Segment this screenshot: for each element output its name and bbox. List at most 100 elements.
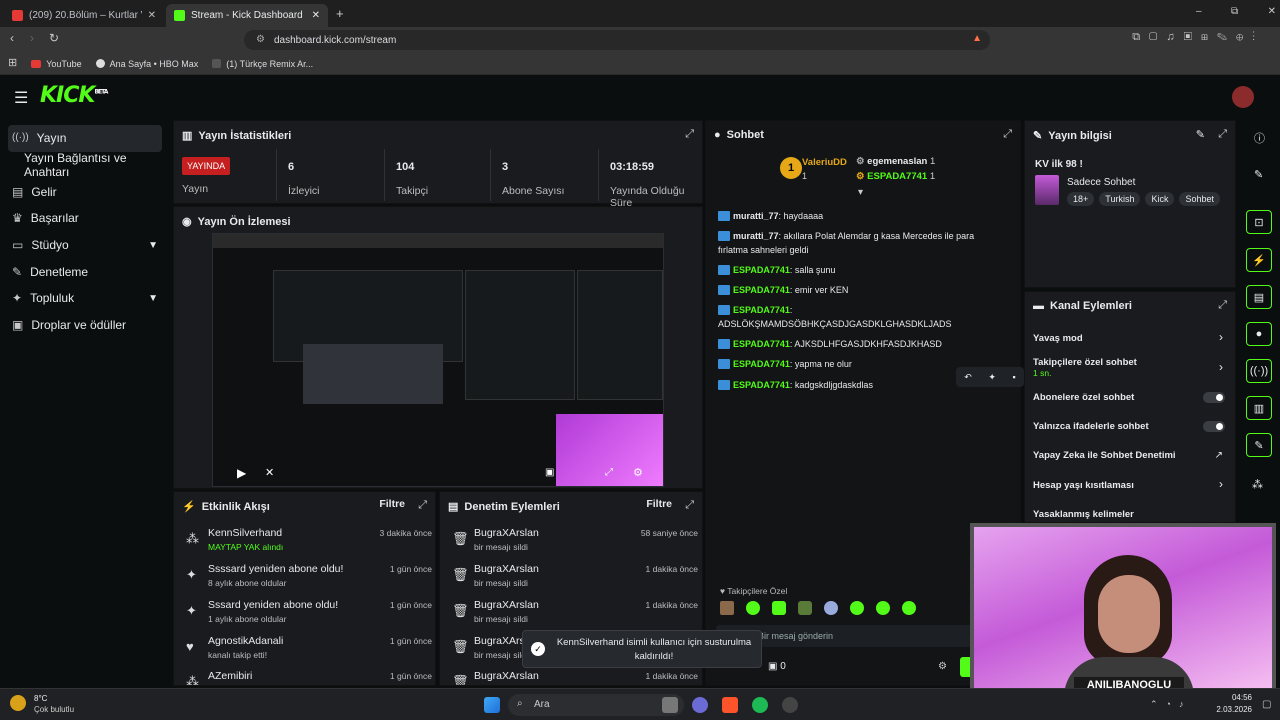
weather-icon[interactable] bbox=[10, 695, 26, 711]
address-bar[interactable]: ⚙ dashboard.kick.com/stream ▲ bbox=[244, 30, 990, 50]
chat-message[interactable]: ESPADA7741: emir ver KEN bbox=[718, 283, 998, 297]
expand-icon[interactable]: ⤢ bbox=[1218, 128, 1227, 141]
users-icon[interactable]: ⁂ bbox=[1252, 478, 1263, 491]
document-icon[interactable]: ▤ bbox=[1246, 285, 1272, 309]
points-display[interactable]: ▣ 0 bbox=[768, 661, 786, 672]
forward-icon[interactable]: › bbox=[30, 32, 34, 44]
filter-button[interactable]: Filtre bbox=[379, 498, 405, 510]
chat-user[interactable]: ESPADA7741 bbox=[733, 265, 790, 275]
fullscreen-icon[interactable]: ⤢ bbox=[605, 467, 613, 478]
chevron-right-icon[interactable]: › bbox=[1219, 360, 1223, 374]
expand-icon[interactable]: ⤢ bbox=[685, 128, 694, 141]
chevron-right-icon[interactable]: › bbox=[1219, 477, 1223, 491]
bookmark-remix[interactable]: (1) Türkçe Remix Ar... bbox=[212, 59, 313, 69]
chat-message[interactable]: ESPADA7741: ADSLÖKŞMAMDSÖBHKÇASDJGASDKLGH… bbox=[718, 303, 998, 331]
emote-icon[interactable] bbox=[772, 601, 786, 615]
sidebar-item-topluluk[interactable]: ✦ Topluluk ▼ bbox=[0, 285, 170, 312]
sidebar-item-yayin[interactable]: ((·)) Yayın bbox=[8, 125, 162, 152]
chat-message[interactable]: ESPADA7741: salla şunu bbox=[718, 263, 998, 277]
expand-icon[interactable]: ⤢ bbox=[1003, 128, 1012, 141]
expand-icon[interactable]: ⤢ bbox=[1218, 299, 1227, 312]
chevron-right-icon[interactable]: › bbox=[1219, 330, 1223, 344]
emote-icon[interactable] bbox=[824, 601, 838, 615]
chat-message[interactable]: muratti_77: akıllara Polat Alemdar g kas… bbox=[718, 229, 998, 257]
chat-user[interactable]: muratti_77 bbox=[733, 211, 779, 221]
layout-icon[interactable]: ▥ bbox=[1246, 396, 1272, 420]
sidebar-item-stream-key[interactable]: Yayın Bağlantısı ve Anahtarı bbox=[0, 151, 170, 179]
collapse-icon[interactable]: ▾ bbox=[858, 187, 863, 198]
avatar[interactable] bbox=[1232, 86, 1254, 108]
edit-icon[interactable]: ✎ bbox=[1196, 128, 1205, 141]
pin-icon[interactable]: ✦ bbox=[988, 372, 996, 383]
trash-icon[interactable]: ▪ bbox=[1013, 372, 1016, 382]
action-banned-words[interactable]: Yasaklanmış kelimeler bbox=[1033, 509, 1229, 520]
system-tray[interactable]: ⌃◔♪ bbox=[1150, 699, 1191, 710]
chevron-down-icon[interactable]: ▼ bbox=[148, 293, 158, 304]
chat-message[interactable]: ESPADA7741: AJKSDLHFGASJDKHFASDJKHASD bbox=[718, 337, 998, 351]
sidebar-item-studyo[interactable]: ▭ Stüdyo ▼ bbox=[0, 232, 170, 259]
emote-icon[interactable] bbox=[902, 601, 916, 615]
maximize-button[interactable]: ⧉ bbox=[1231, 6, 1238, 17]
chat-user[interactable]: ESPADA7741 bbox=[733, 359, 790, 369]
info-icon[interactable]: ⓘ bbox=[1254, 130, 1265, 146]
chat-message[interactable]: muratti_77: haydaaaa bbox=[718, 209, 998, 223]
action-followers-only[interactable]: Takipçilere özel sohbet 1 sn. bbox=[1033, 357, 1229, 379]
chat-user[interactable]: ESPADA7741 bbox=[733, 285, 790, 295]
obs-icon[interactable] bbox=[782, 697, 798, 713]
minimize-button[interactable]: – bbox=[1196, 6, 1202, 17]
filter-button[interactable]: Filtre bbox=[646, 498, 672, 510]
sidebar-item-gelir[interactable]: ▤ Gelir bbox=[0, 178, 170, 205]
windows-start-icon[interactable] bbox=[484, 697, 500, 713]
emote-icon[interactable] bbox=[746, 601, 760, 615]
expand-icon[interactable]: ⤢ bbox=[418, 499, 427, 512]
pip-icon[interactable]: ▣ bbox=[545, 467, 554, 478]
tab-kick-dashboard[interactable]: Stream - Kick Dashboard ✕ bbox=[166, 4, 328, 27]
tag[interactable]: 18+ bbox=[1067, 192, 1095, 206]
sidebar-item-basarilar[interactable]: ♛ Başarılar bbox=[0, 205, 170, 232]
wrench-icon[interactable]: ✎ bbox=[1246, 433, 1272, 457]
category-thumbnail[interactable] bbox=[1035, 175, 1059, 205]
emote-icon[interactable] bbox=[720, 601, 734, 615]
new-tab-button[interactable]: + bbox=[336, 6, 344, 21]
bookmark-youtube[interactable]: YouTube bbox=[31, 59, 82, 69]
brave-icon[interactable] bbox=[722, 697, 738, 713]
task-view-icon[interactable] bbox=[662, 697, 678, 713]
tag[interactable]: Sohbet bbox=[1179, 192, 1220, 206]
emote-icon[interactable] bbox=[798, 601, 812, 615]
close-window-button[interactable]: ✕ bbox=[1268, 6, 1276, 17]
mute-icon[interactable]: ✕ bbox=[265, 466, 274, 479]
back-icon[interactable]: ‹ bbox=[10, 32, 14, 44]
bolt-icon[interactable]: ⚡ bbox=[1246, 248, 1272, 272]
settings-icon[interactable]: ⚙ bbox=[633, 466, 643, 479]
close-icon[interactable]: ✕ bbox=[148, 10, 156, 21]
taskbar-search[interactable]: ⌕ Ara bbox=[508, 694, 684, 716]
action-account-age[interactable]: Hesap yaşı kısıtlaması bbox=[1033, 480, 1229, 491]
emote-icon[interactable] bbox=[850, 601, 864, 615]
notification-icon[interactable]: ▢ bbox=[1262, 699, 1271, 710]
chevron-down-icon[interactable]: ▼ bbox=[148, 240, 158, 251]
chat-user[interactable]: muratti_77 bbox=[733, 231, 779, 241]
external-link-icon[interactable]: ↗ bbox=[1215, 450, 1223, 461]
sidebar-item-droplar[interactable]: ▣ Droplar ve ödüller bbox=[0, 312, 170, 339]
broadcast-icon[interactable]: ((·)) bbox=[1246, 359, 1272, 383]
preview-video[interactable]: ▶ ✕ ▣ ⤢ ⚙ bbox=[212, 233, 664, 487]
discord-icon[interactable] bbox=[692, 697, 708, 713]
expand-icon[interactable]: ⤢ bbox=[685, 499, 694, 512]
reply-icon[interactable]: ↶ bbox=[964, 372, 972, 383]
kick-logo[interactable]: KICKBETA bbox=[40, 83, 108, 108]
emotes-only-toggle[interactable] bbox=[1203, 421, 1225, 432]
pencil-icon[interactable]: ✎ bbox=[1254, 168, 1263, 181]
subscribers-only-toggle[interactable] bbox=[1203, 392, 1225, 403]
action-slow-mode[interactable]: Yavaş mod bbox=[1033, 333, 1229, 344]
chat-icon[interactable]: ● bbox=[1246, 322, 1272, 346]
settings-icon[interactable]: ⚙ bbox=[938, 661, 947, 672]
chat-user[interactable]: ESPADA7741 bbox=[733, 339, 790, 349]
play-icon[interactable]: ▶ bbox=[237, 466, 246, 480]
bookmark-hbo[interactable]: Ana Sayfa • HBO Max bbox=[95, 59, 198, 69]
site-info-icon[interactable]: ⚙ bbox=[256, 34, 265, 45]
menu-icon[interactable]: ☰ bbox=[14, 88, 28, 108]
fullscreen-icon[interactable]: ⊡ bbox=[1246, 210, 1272, 234]
leader-2[interactable]: ⚙ egemenaslan 1 bbox=[856, 156, 935, 167]
chat-user[interactable]: ESPADA7741 bbox=[733, 305, 790, 315]
leader-name[interactable]: ValeriuDD bbox=[802, 157, 847, 168]
